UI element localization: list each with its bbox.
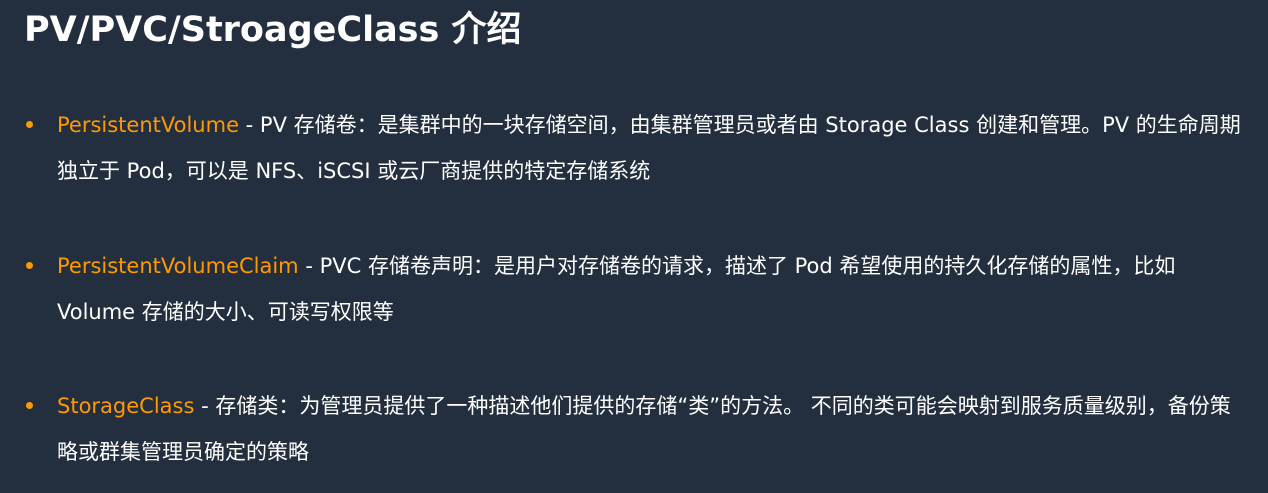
- bullet-term: PersistentVolumeClaim: [57, 254, 299, 278]
- bullet-dot-icon: [26, 121, 33, 128]
- bullet-text: PersistentVolumeClaim - PVC 存储卷声明：是用户对存储…: [57, 243, 1242, 335]
- slide: PV/PVC/StroageClass 介绍 PersistentVolume …: [0, 0, 1268, 493]
- bullet-text: StorageClass - 存储类：为管理员提供了一种描述他们提供的存储“类”…: [57, 383, 1242, 475]
- bullet-description: - 存储类：为管理员提供了一种描述他们提供的存储“类”的方法。 不同的类可能会映…: [57, 394, 1231, 464]
- slide-title: PV/PVC/StroageClass 介绍: [24, 10, 522, 50]
- bullet-term: PersistentVolume: [57, 113, 239, 137]
- bullet-text: PersistentVolume - PV 存储卷：是集群中的一块存储空间，由集…: [57, 102, 1242, 194]
- bullet-dot-icon: [26, 262, 33, 269]
- bullet-dot-icon: [26, 402, 33, 409]
- bullet-term: StorageClass: [57, 394, 195, 418]
